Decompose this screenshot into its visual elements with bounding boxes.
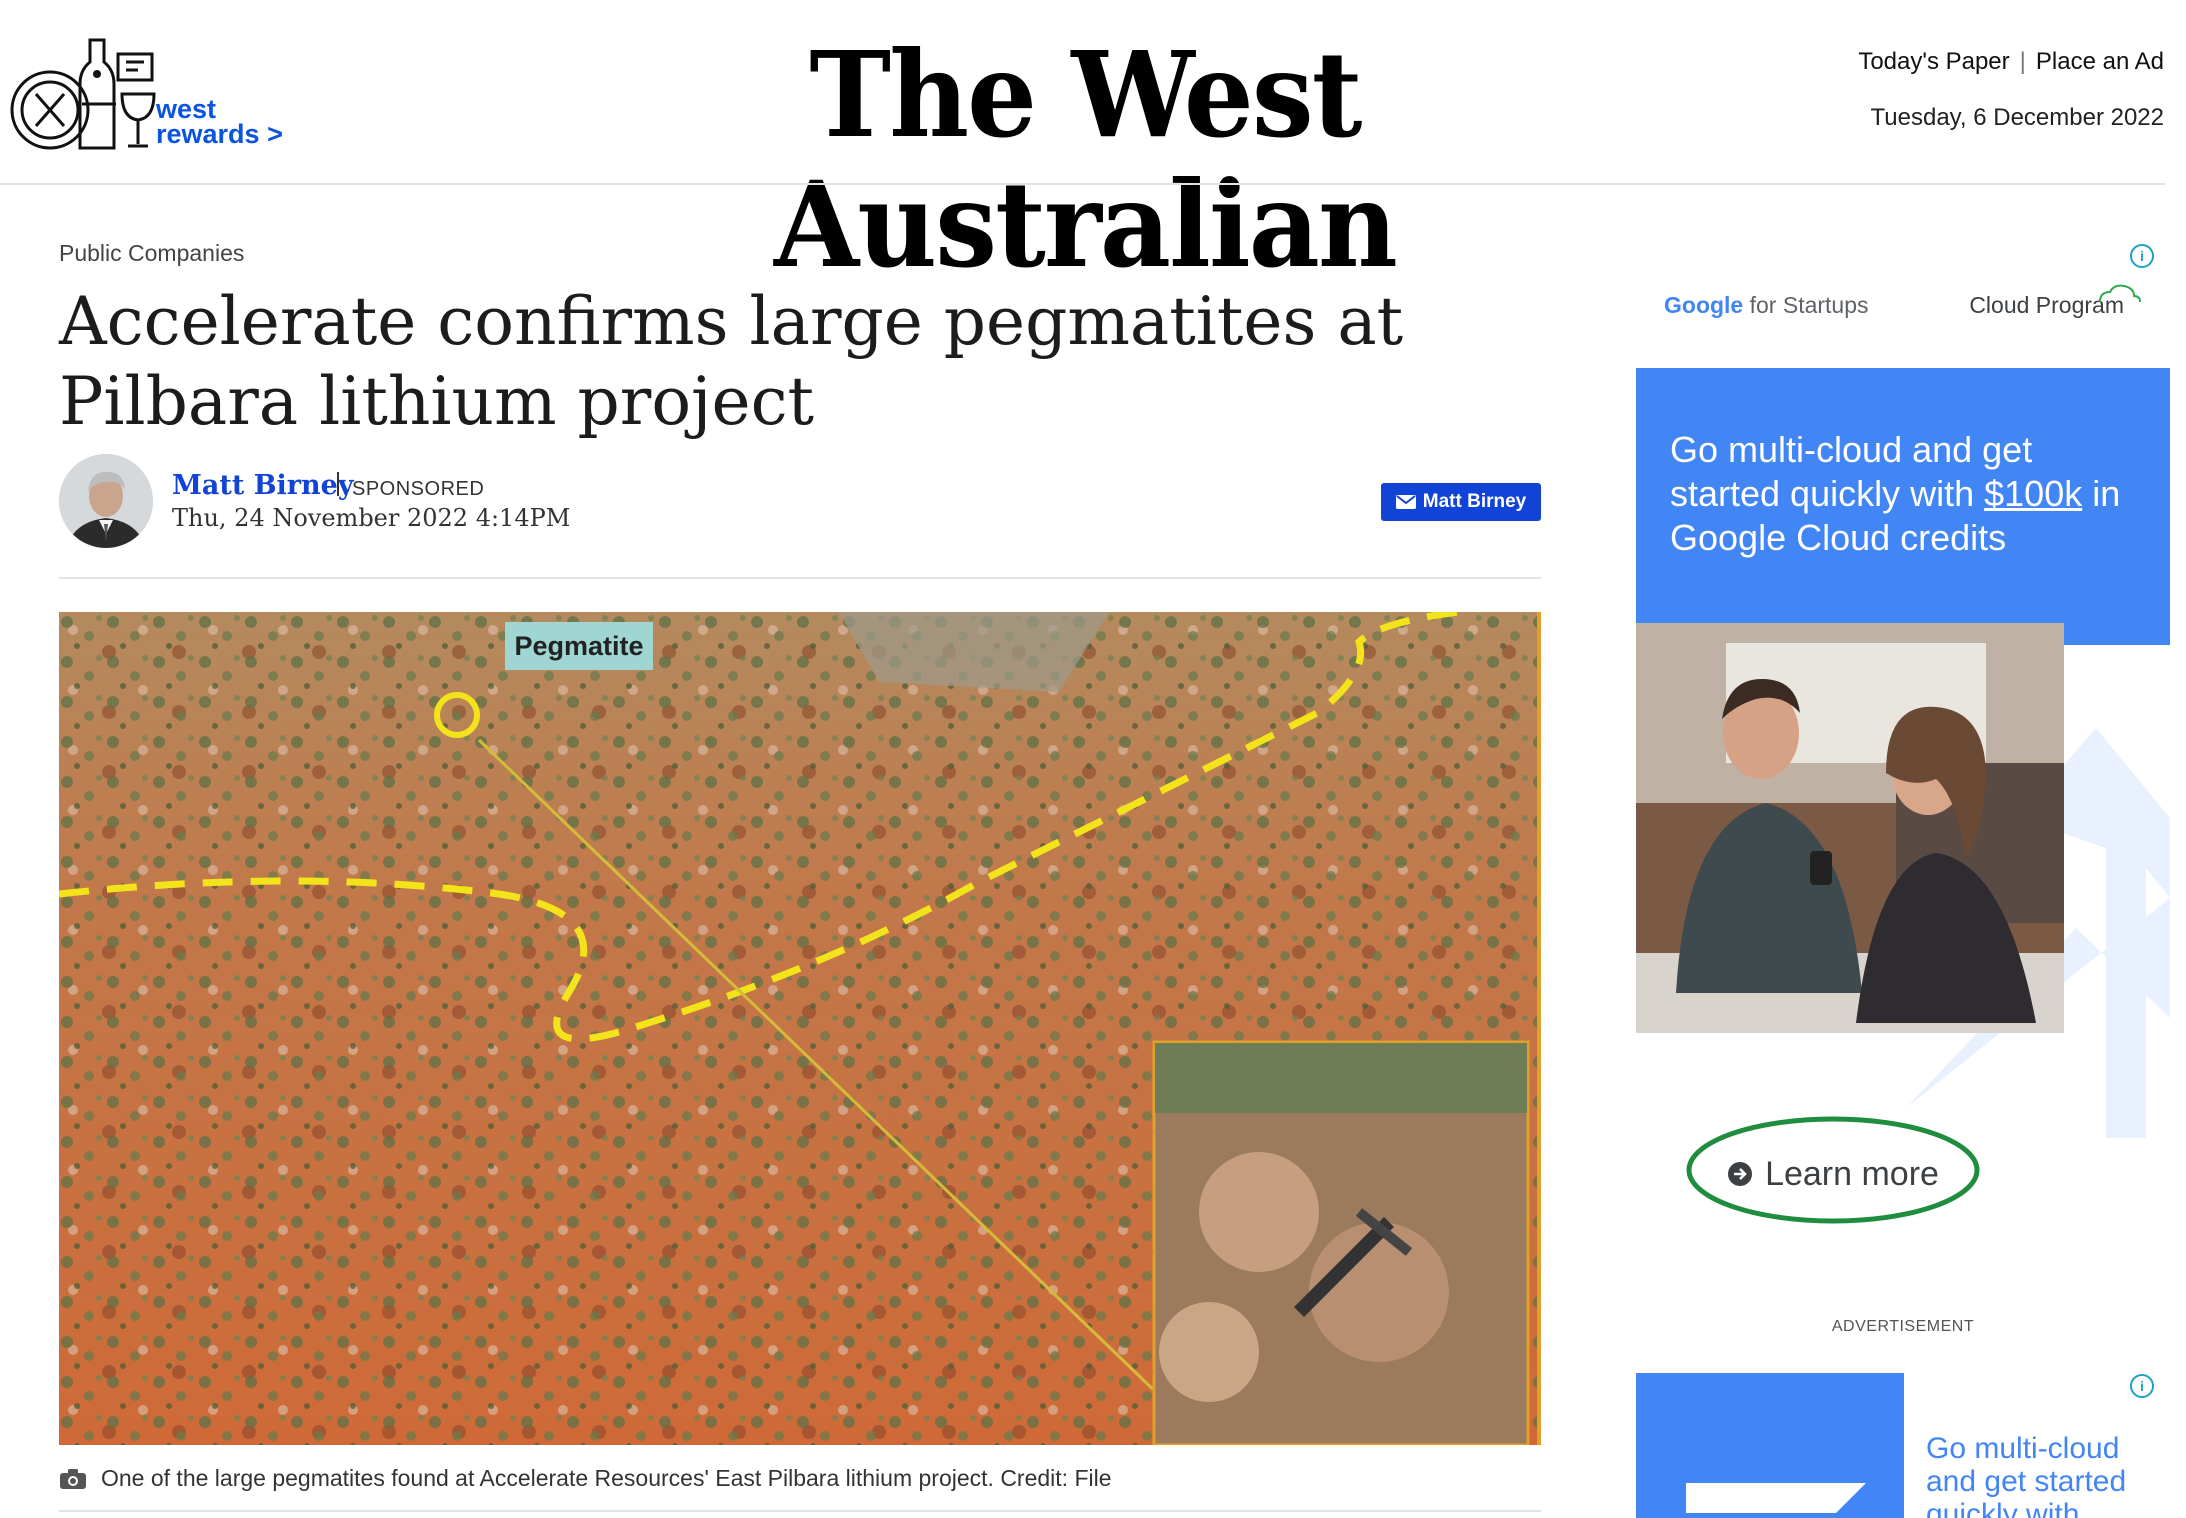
ad-info-icon[interactable]: i: [2130, 244, 2154, 268]
envelope-icon: [1395, 495, 1416, 509]
google-for-startups-logo: Google for Startups: [1664, 292, 1869, 319]
ad2-headline: Go multi-cloud and get started quickly w…: [1926, 1432, 2127, 1518]
cloud-icon: [2099, 284, 2141, 303]
author-portrait: [59, 454, 153, 548]
ad-info-icon-2[interactable]: i: [2130, 1374, 2154, 1398]
place-an-ad-link[interactable]: Place an Ad: [2036, 48, 2164, 75]
advertisement-label: ADVERTISEMENT: [1831, 1318, 1975, 1335]
site-header: west rewards > The West Australian Today…: [0, 0, 2186, 290]
byline-separator: [337, 472, 339, 496]
pegmatite-label: Pegmatite: [514, 631, 643, 661]
caption-text: One of the large pegmatites found at Acc…: [101, 1465, 1112, 1491]
cloud-program-logo: Cloud Program: [1969, 284, 2141, 319]
link-separator: |: [2019, 48, 2026, 75]
learn-more-button[interactable]: Learn more: [1686, 1120, 1980, 1228]
arrow-circle-right-icon: [1728, 1162, 1753, 1186]
author-name-link[interactable]: Matt Birney: [172, 470, 354, 501]
rewards-line-2-text: rewards: [156, 119, 260, 149]
dining-rewards-icon: [10, 38, 156, 150]
utility-links: Today's Paper | Place an Ad: [1858, 48, 2164, 76]
header-divider: [0, 183, 2165, 185]
sponsored-label: SPONSORED: [352, 478, 485, 500]
learn-more-label: Learn more: [1765, 1154, 1939, 1193]
author-avatar[interactable]: [59, 454, 153, 548]
two-people-illustration: [1636, 623, 2064, 1033]
ad-headline-pre: Go multi-cloud and get started quickly w…: [1670, 429, 2033, 514]
google-cloud-ad[interactable]: i Google for Startups Cloud Program Go m…: [1636, 238, 2170, 1308]
ad-headline-amount: $100k: [1984, 473, 2083, 514]
article-divider: [59, 577, 1541, 579]
byline: Matt Birney SPONSORED Thu, 24 November 2…: [59, 454, 1541, 550]
chevron-right-icon: >: [267, 119, 283, 149]
category-link[interactable]: Public Companies: [59, 240, 244, 267]
ad-headline: Go multi-cloud and get started quickly w…: [1670, 428, 2150, 560]
rewards-line-2: rewards >: [156, 119, 283, 149]
ad2-blue-panel: [1636, 1373, 1904, 1518]
google-cloud-ad-secondary[interactable]: i Go multi-cloud and get started quickly…: [1636, 1360, 2170, 1518]
masthead-logo[interactable]: The West Australian: [578, 30, 1592, 290]
publish-date: Thu, 24 November 2022 4:14PM: [172, 504, 571, 532]
hero-image[interactable]: Pegmatite: [59, 612, 1541, 1445]
current-date: Tuesday, 6 December 2022: [1870, 104, 2165, 131]
email-author-button[interactable]: Matt Birney: [1381, 483, 1541, 521]
pilbara-aerial-photo: Pegmatite: [59, 612, 1541, 1445]
ad-people-photo: [1636, 623, 2064, 1033]
for-startups-text: for Startups: [1749, 292, 1869, 318]
west-rewards-link[interactable]: west rewards >: [10, 34, 285, 152]
camera-icon: [60, 1468, 86, 1489]
rewards-wordmark: west rewards >: [156, 96, 283, 149]
todays-paper-link[interactable]: Today's Paper: [1858, 48, 2009, 75]
caption-divider: [59, 1510, 1541, 1512]
google-wordmark: Google: [1664, 292, 1744, 318]
ad2-arrow-graphic: [1686, 1483, 1866, 1513]
email-button-label: Matt Birney: [1422, 491, 1527, 512]
article-headline: Accelerate confirms large pegmatites at …: [59, 283, 1404, 440]
image-caption: One of the large pegmatites found at Acc…: [59, 1465, 1112, 1492]
